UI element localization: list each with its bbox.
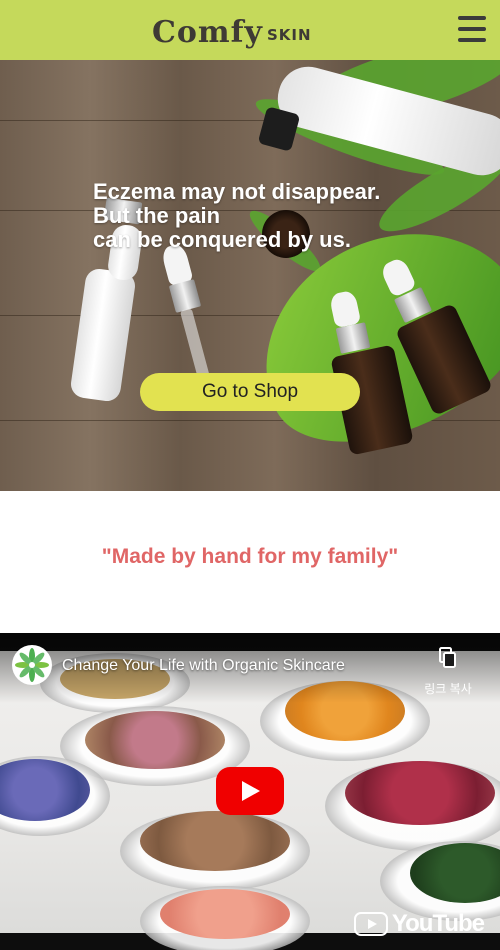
petal-pile-image (345, 761, 495, 825)
copy-link-button[interactable]: 링크 복사 (418, 647, 478, 697)
logo-subtext: SKIN (266, 26, 312, 44)
youtube-wordmark: YouTube (391, 910, 485, 937)
channel-avatar[interactable] (12, 645, 52, 685)
menu-bar (458, 16, 486, 20)
dropper-collar-image (168, 279, 202, 313)
menu-bar (458, 38, 486, 42)
hamburger-menu-icon[interactable] (458, 16, 486, 42)
youtube-video-embed[interactable]: Change Your Life with Organic Skincare 링… (0, 633, 500, 950)
video-title[interactable]: Change Your Life with Organic Skincare (62, 657, 345, 675)
hero-headline: Eczema may not disappear. But the pain c… (93, 180, 473, 252)
copy-link-label: 링크 복사 (424, 682, 472, 696)
hero-line: can be conquered by us. (93, 227, 351, 252)
seed-pile-image (140, 811, 290, 871)
play-icon (242, 781, 260, 801)
copy-icon (439, 647, 456, 668)
logo[interactable]: Comfy SKIN (152, 6, 322, 50)
hero-line: But the pain (93, 203, 221, 228)
hero-banner: Eczema may not disappear. But the pain c… (0, 60, 500, 491)
pink-salt-pile-image (160, 889, 290, 939)
youtube-play-icon (353, 912, 388, 936)
youtube-logo[interactable]: YouTube (353, 910, 485, 938)
leaf-logo-icon (15, 648, 49, 682)
play-button[interactable] (216, 767, 284, 815)
site-header: Comfy SKIN (0, 0, 500, 60)
tagline-quote: "Made by hand for my family" (101, 545, 399, 568)
cream-tube-image (69, 267, 137, 403)
rosebud-pile-image (85, 711, 225, 769)
go-to-shop-button[interactable]: Go to Shop (140, 373, 360, 411)
logo-wordmark: Comfy (152, 15, 263, 50)
menu-bar (458, 27, 486, 31)
hero-line: Eczema may not disappear. (93, 179, 381, 204)
